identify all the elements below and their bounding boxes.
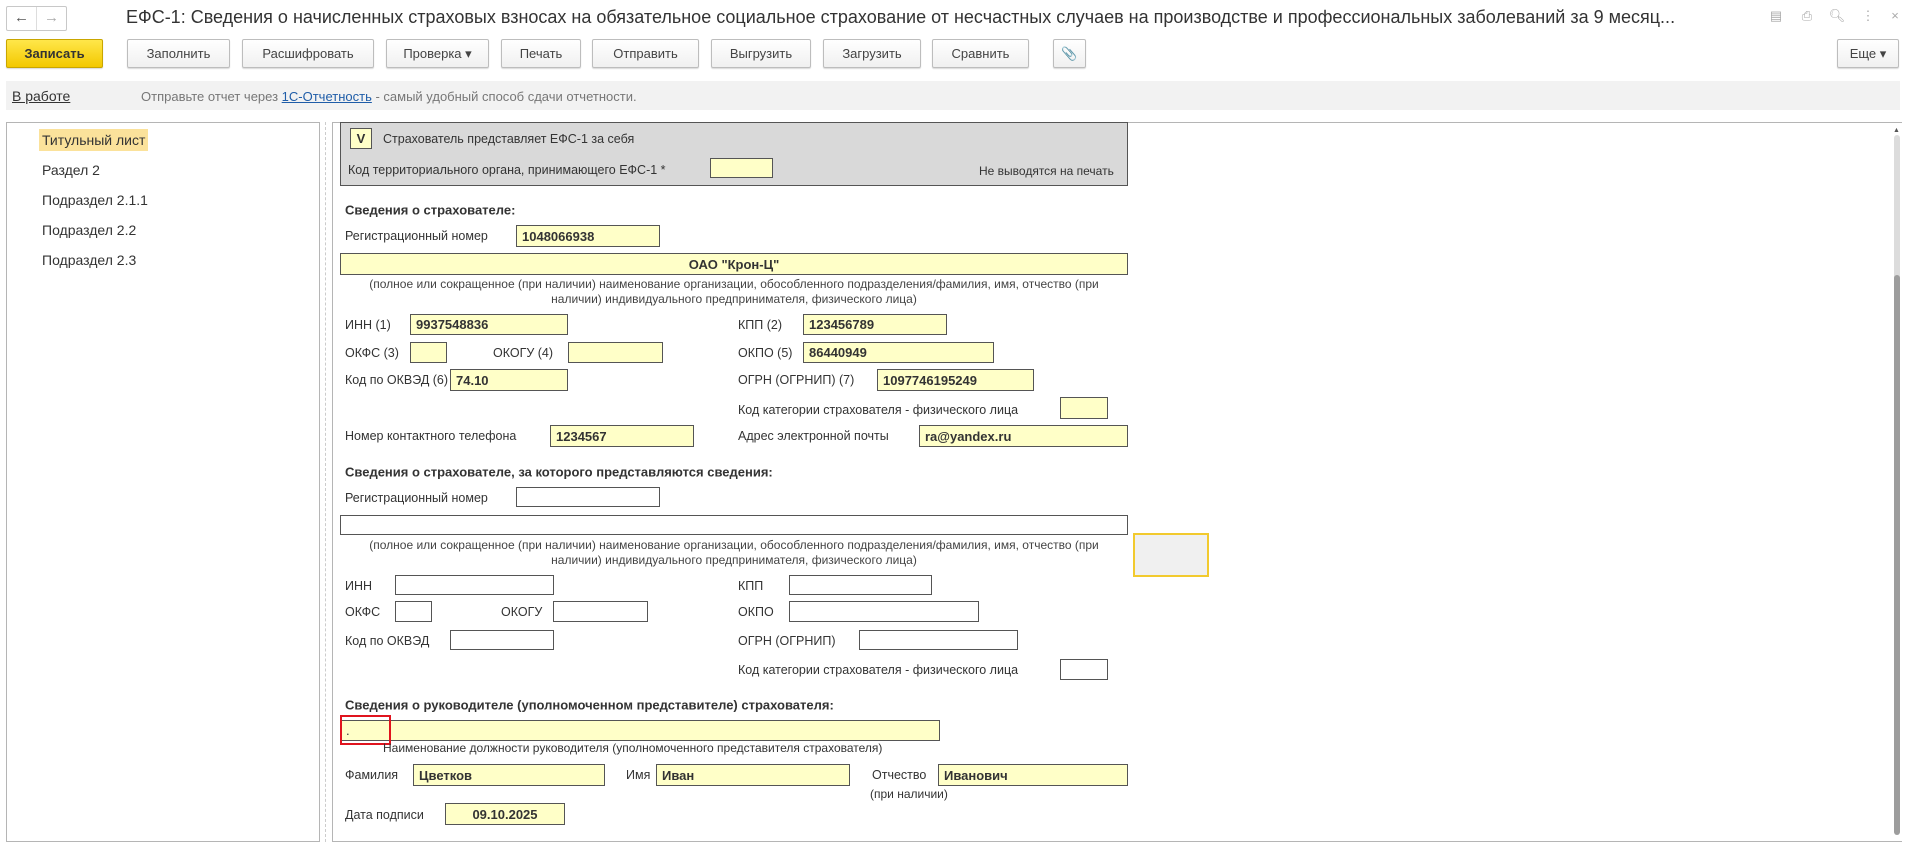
status-message: Отправьте отчет через 1С-Отчетность - са… — [141, 89, 637, 104]
scroll-thumb[interactable] — [1894, 275, 1900, 835]
send-button[interactable]: Отправить — [592, 39, 699, 68]
terr-code-input[interactable] — [710, 158, 773, 178]
save-icon[interactable]: ▤ — [1766, 8, 1786, 24]
sidebar-item-subsection-2-3[interactable]: Подраздел 2.3 — [39, 249, 139, 271]
report-form — [332, 122, 1902, 842]
scroll-up-icon[interactable]: ▲ — [1893, 127, 1900, 134]
print-button[interactable]: Печать — [501, 39, 581, 68]
nav-buttons: ← → — [6, 6, 67, 31]
forward-button[interactable]: → — [36, 7, 66, 30]
sidebar-item-title-sheet[interactable]: Титульный лист — [39, 129, 149, 151]
more-icon[interactable]: ⋮ — [1858, 8, 1878, 24]
sidebar-item-subsection-2-2[interactable]: Подраздел 2.2 — [39, 219, 139, 241]
print-icon[interactable]: ⎙ — [1797, 8, 1817, 24]
sections-sidebar: Титульный лист Раздел 2 Подраздел 2.1.1 … — [6, 122, 320, 842]
import-button[interactable]: Загрузить — [823, 39, 921, 68]
status-bar: В работе Отправьте отчет через 1С-Отчетн… — [6, 81, 1900, 110]
decode-button[interactable]: Расшифровать — [242, 39, 374, 68]
splitter[interactable] — [325, 122, 326, 842]
sidebar-item-subsection-2-1-1[interactable]: Подраздел 2.1.1 — [39, 189, 151, 211]
compare-button[interactable]: Сравнить — [932, 39, 1029, 68]
self-flag-checkbox[interactable]: V — [350, 128, 372, 149]
window-title: ЕФС-1: Сведения о начисленных страховых … — [126, 7, 1676, 27]
status-message-text: Отправьте отчет через — [141, 89, 282, 104]
more-button[interactable]: Еще ▾ — [1837, 39, 1899, 68]
save-button[interactable]: Записать — [6, 39, 103, 68]
check-dropdown-button[interactable]: Проверка ▾ — [386, 39, 489, 68]
status-state-link[interactable]: В работе — [12, 88, 70, 104]
fill-button[interactable]: Заполнить — [127, 39, 230, 68]
export-button[interactable]: Выгрузить — [711, 39, 811, 68]
close-icon[interactable]: × — [1885, 8, 1905, 23]
status-message-text-end: - самый удобный способ сдачи отчетности. — [371, 89, 637, 104]
back-button[interactable]: ← — [7, 7, 36, 30]
reporting-link[interactable]: 1С-Отчетность — [282, 89, 372, 104]
form-scrollbar[interactable]: ▲ — [1893, 127, 1901, 835]
sidebar-item-section-2[interactable]: Раздел 2 — [39, 159, 103, 181]
attach-icon[interactable]: 📎 — [1053, 39, 1086, 68]
preview-icon[interactable]: 🔍︎ — [1827, 8, 1847, 24]
scroll-track — [1894, 135, 1900, 285]
